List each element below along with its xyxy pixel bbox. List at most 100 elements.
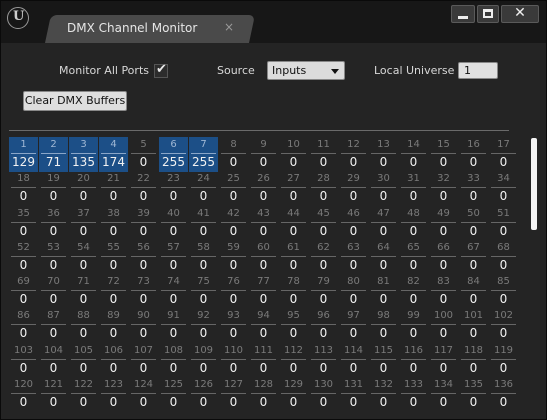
close-button[interactable]: ✕	[501, 5, 539, 23]
channel-cell-17: 17 0	[489, 137, 518, 172]
channel-cell-88: 88 0	[69, 308, 98, 343]
channel-cell-9: 90	[249, 137, 278, 172]
channel-divider	[491, 358, 516, 360]
channel-number: 128	[253, 378, 274, 390]
channel-divider	[431, 187, 456, 189]
monitor-all-ports-checkbox[interactable]: ✔	[154, 62, 168, 78]
minimize-button[interactable]	[451, 5, 475, 23]
channel-cell-56: 56 0	[129, 240, 158, 275]
channel-cell-50: 50 0	[459, 206, 488, 241]
channel-cell-36: 36 0	[39, 206, 68, 241]
channel-number: 53	[47, 241, 60, 253]
channel-cell-104: 104 0	[39, 343, 68, 378]
channel-value: 0	[319, 326, 328, 341]
channel-number: 109	[193, 344, 214, 356]
separator	[9, 130, 509, 131]
channel-value: 0	[139, 155, 148, 169]
channel-number: 132	[373, 378, 394, 390]
vertical-scrollbar[interactable]	[531, 138, 537, 230]
channel-value: 0	[229, 292, 238, 306]
channel-cell-65: 65 0	[399, 240, 428, 275]
channel-divider	[401, 392, 426, 394]
channel-value: 0	[259, 292, 268, 306]
channel-divider	[281, 392, 306, 394]
channel-value: 0	[199, 223, 208, 238]
channel-number: 120	[13, 378, 34, 390]
tab-dmx-channel-monitor[interactable]: DMX Channel Monitor ×	[49, 15, 249, 43]
channel-cell-135: 135 0	[459, 377, 488, 412]
channel-divider	[431, 221, 456, 223]
channel-divider	[461, 290, 486, 291]
channel-divider	[341, 290, 366, 291]
channel-value: 0	[229, 155, 238, 169]
channel-divider	[371, 221, 396, 223]
channel-cell-28: 28 0	[309, 171, 338, 206]
channel-value: 0	[259, 394, 268, 409]
channel-value: 0	[259, 360, 268, 375]
title-bar[interactable]: U DMX Channel Monitor × ✕	[1, 1, 546, 43]
channel-value: 0	[19, 292, 28, 306]
channel-value: 0	[289, 292, 298, 306]
channel-number: 94	[257, 310, 270, 322]
channel-divider	[131, 187, 156, 189]
channel-value: 0	[439, 223, 448, 238]
channel-value: 0	[109, 292, 118, 306]
channel-cell-125: 125 0	[159, 377, 188, 412]
channel-divider	[341, 392, 366, 394]
channel-divider	[461, 392, 486, 394]
channel-value: 0	[79, 360, 88, 375]
channel-number: 84	[467, 276, 480, 287]
channel-number: 135	[463, 378, 484, 390]
channel-cell-92: 92 0	[189, 308, 218, 343]
channel-value: 0	[469, 360, 478, 375]
channel-divider	[41, 324, 66, 326]
maximize-button[interactable]	[477, 5, 499, 23]
channel-value: 0	[139, 360, 148, 375]
channel-divider	[41, 153, 66, 154]
channel-number: 104	[43, 344, 64, 356]
channel-cell-38: 38 0	[99, 206, 128, 241]
channel-number: 39	[137, 207, 150, 219]
tab-close-icon[interactable]: ×	[224, 20, 234, 34]
channel-divider	[401, 153, 426, 154]
channel-cell-46: 46 0	[339, 206, 368, 241]
channel-cell-128: 128 0	[249, 377, 278, 412]
channel-divider	[161, 392, 186, 394]
channel-divider	[71, 187, 96, 189]
channel-divider	[11, 255, 36, 257]
channel-value: 0	[289, 155, 298, 169]
channel-value: 0	[379, 189, 388, 204]
channel-number: 47	[377, 207, 390, 219]
channel-cell-70: 70 0	[39, 274, 68, 309]
channel-cell-119: 119 0	[489, 343, 518, 378]
channel-value: 0	[319, 360, 328, 375]
channel-value: 0	[199, 292, 208, 306]
channel-value: 0	[79, 292, 88, 306]
channel-divider	[41, 221, 66, 223]
channel-number: 10	[287, 139, 300, 150]
source-dropdown[interactable]: Inputs	[267, 61, 345, 80]
dmx-monitor-window: U DMX Channel Monitor × ✕ Monitor All Po…	[0, 0, 547, 420]
clear-dmx-buffers-button[interactable]: Clear DMX Buffers	[23, 91, 127, 111]
channel-value: 0	[49, 394, 58, 409]
channel-divider	[371, 255, 396, 257]
channel-divider	[461, 187, 486, 189]
channel-cell-68: 68 0	[489, 240, 518, 275]
channel-number: 23	[167, 173, 180, 185]
channel-divider	[131, 324, 156, 326]
channel-cell-110: 110 0	[219, 343, 248, 378]
channel-value: 0	[109, 223, 118, 238]
channel-divider	[191, 290, 216, 291]
channel-divider	[221, 392, 246, 394]
channel-value: 0	[19, 189, 28, 204]
channel-cell-118: 118 0	[459, 343, 488, 378]
channel-number: 96	[317, 310, 330, 322]
channel-value: 0	[499, 394, 508, 409]
channel-number: 63	[347, 241, 360, 253]
channel-divider	[281, 358, 306, 360]
channel-divider	[131, 255, 156, 257]
channel-cell-116: 116 0	[399, 343, 428, 378]
channel-divider	[431, 324, 456, 326]
local-universe-input[interactable]: 1	[458, 62, 498, 79]
channel-cell-45: 45 0	[309, 206, 338, 241]
